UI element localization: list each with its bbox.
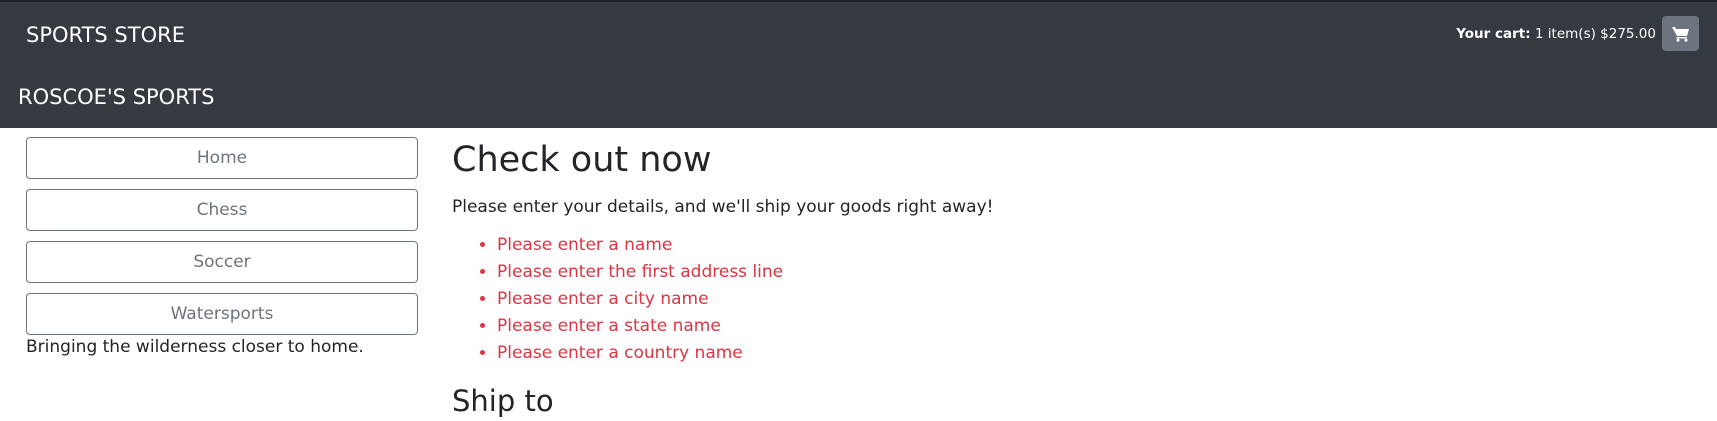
validation-error: Please enter a city name [497, 286, 1652, 313]
shopping-cart-icon [1671, 26, 1689, 42]
category-button-soccer[interactable]: Soccer [26, 241, 418, 283]
brand-title[interactable]: SPORTS STORE [26, 22, 185, 48]
top-navbar: SPORTS STORE Your cart: 1 item(s) $275.0… [0, 2, 1717, 62]
validation-error: Please enter a name [497, 232, 1652, 259]
cart-text: Your cart: 1 item(s) $275.00 [1456, 26, 1656, 42]
category-button-watersports[interactable]: Watersports [26, 293, 418, 335]
ship-to-heading: Ship to [452, 384, 554, 418]
checkout-instructions: Please enter your details, and we'll shi… [452, 197, 994, 217]
category-button-home[interactable]: Home [26, 137, 418, 179]
validation-error: Please enter the first address line [497, 259, 1652, 286]
cart-label: Your cart: [1456, 25, 1531, 42]
validation-error: Please enter a state name [497, 313, 1652, 340]
category-sidebar: Home Chess Soccer Watersports Bringing t… [26, 137, 418, 357]
validation-error: Please enter a country name [497, 340, 1652, 367]
cart-summary: Your cart: 1 item(s) $275.00 [1456, 15, 1699, 52]
store-name: ROSCOE'S SPORTS [18, 85, 215, 109]
cart-button[interactable] [1662, 16, 1699, 51]
category-button-chess[interactable]: Chess [26, 189, 418, 231]
store-header-bar: ROSCOE'S SPORTS [0, 62, 1717, 128]
page-title: Check out now [452, 140, 712, 180]
cart-count-total: 1 item(s) $275.00 [1534, 25, 1656, 42]
validation-error-list: Please enter a name Please enter the fir… [452, 232, 1652, 367]
store-tagline: Bringing the wilderness closer to home. [26, 337, 364, 357]
checkout-main: Check out now Please enter your details,… [452, 136, 1652, 421]
